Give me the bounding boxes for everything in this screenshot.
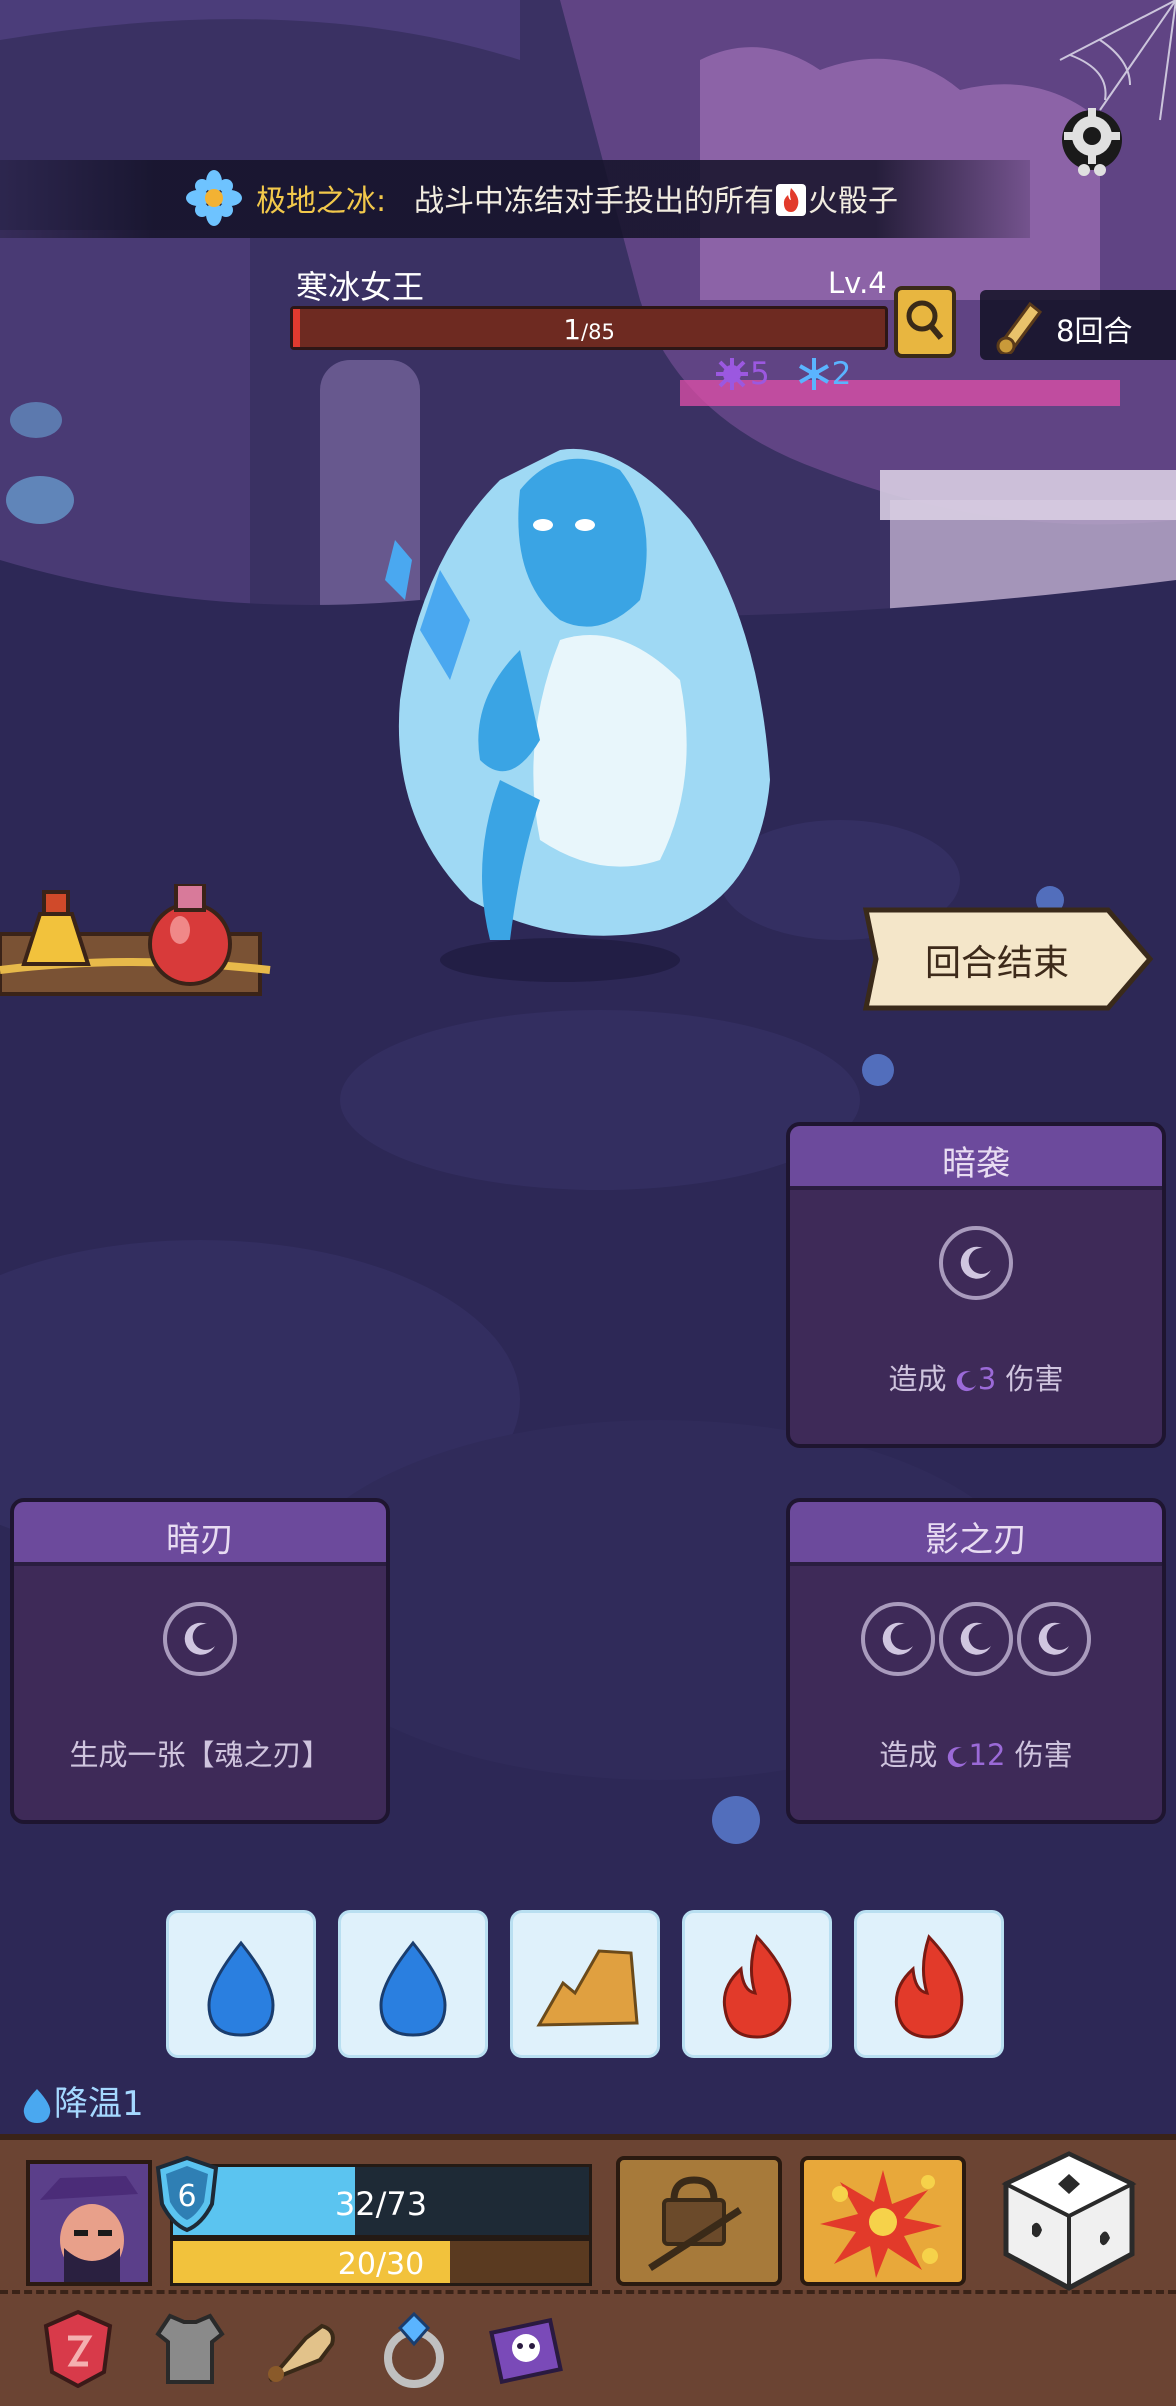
enemy-hp-max: /85 [581,320,615,344]
card-description: 造成 3 伤害 [790,1356,1162,1398]
enemy-hp-bar: 1/85 [290,306,888,350]
relic-name: 极地之冰: [256,184,387,219]
moon-icon [882,1622,913,1655]
shield-value: 6 [177,2179,196,2214]
card-desc-after: 伤害 [1005,1362,1064,1396]
player-hp-text: 32/73 [334,2185,428,2223]
water-drop-icon [23,2088,51,2123]
card-desc-before: 造成 [888,1362,947,1396]
card-title: 影之刃 [925,1520,1027,1560]
potion-shelf [0,884,271,996]
snowflake-icon [798,358,829,390]
player-hp-bar: 32/73 [170,2164,592,2238]
card-title: 暗刃 [166,1520,234,1560]
player-status-chill[interactable]: 降温1 [20,2076,144,2125]
burst-skill-button[interactable] [800,2156,966,2286]
water-drop-icon [207,1940,275,2037]
card-description: 生成一张【魂之刃】 [69,1738,331,1772]
player-avatar[interactable] [26,2160,152,2286]
dice-slots [790,1226,1162,1304]
moon-slot[interactable] [939,1226,1013,1300]
lock-icon [648,2176,742,2271]
moon-icon [184,1622,215,1655]
freeze-status-value: 2 [831,356,852,392]
turn-counter: 8回合 [980,290,1176,360]
moon-icon [960,1622,991,1655]
fire-icon [894,1934,964,2039]
magnifier-icon [906,300,944,340]
player-portrait-icon [30,2164,148,2282]
water-drop-icon [379,1940,447,2037]
relic-description: 战斗中冻结对手投出的所有 火骰子 [414,176,898,220]
relic-inventory-bar [0,2290,1176,2404]
card-shadow-blade[interactable]: 影之刃 造成 12 伤害 [786,1498,1166,1824]
settings-gear-icon[interactable] [1040,100,1150,184]
frozen-fire-die[interactable] [682,1910,832,2058]
frozen-earth-die[interactable] [510,1910,660,2058]
curse-status-value: 5 [750,356,770,392]
moon-icon [1038,1622,1069,1655]
enemy-hp-current: 1 [563,313,582,346]
enemy-name: 寒冰女王 [296,268,425,306]
enemy-status-row: 5 2 [714,356,867,400]
earth-rock-icon [536,1949,639,2027]
player-energy-bar: 20/30 [170,2238,592,2286]
roll-dice-button[interactable] [994,2146,1144,2296]
moon-icon [960,1246,991,1279]
fire-dice-icon [776,183,806,216]
dice-slots [14,1602,386,1680]
dice-slots [790,1602,1162,1680]
armor-vest-icon[interactable] [150,2308,230,2388]
relic-banner: 极地之冰: 战斗中冻结对手投出的所有 火骰子 [0,160,1030,238]
card-dark-strike[interactable]: 暗袭 造成 3 伤害 [786,1122,1166,1448]
frozen-water-die[interactable] [166,1910,316,2058]
card-damage-value: 3 [977,1362,997,1396]
gem-ring-icon[interactable] [374,2308,454,2388]
ice-flower-relic-icon[interactable] [186,170,242,226]
shield-icon[interactable]: 6 [152,2154,222,2234]
horn-icon[interactable] [262,2308,342,2388]
moon-icon [956,1371,976,1392]
inspect-enemy-button[interactable] [894,286,956,358]
player-status-chill-text: 降温1 [54,2084,144,2124]
moon-slot[interactable] [939,1602,1013,1676]
end-turn-label: 回合结束 [924,943,1069,984]
frozen-water-die[interactable] [338,1910,488,2058]
fire-icon [722,1934,792,2039]
player-energy-text: 20/30 [337,2247,425,2282]
card-description: 造成 12 伤害 [790,1732,1162,1774]
explosion-icon [820,2170,942,2278]
card-dark-blade[interactable]: 暗刃 生成一张【魂之刃】 [10,1498,390,1824]
red-potion-icon[interactable] [148,884,232,986]
skull-spellbook-icon[interactable] [486,2308,566,2388]
enemy-hp-text: 1/85 [293,313,885,346]
relic-desc-after: 火骰子 [808,184,898,219]
curse-status[interactable]: 5 [714,356,770,392]
scroll-icon [996,301,1043,354]
moon-icon [947,1747,967,1768]
red-badge-icon[interactable] [38,2308,118,2388]
card-damage-value: 12 [968,1738,1006,1772]
yellow-potion-icon[interactable] [21,890,91,966]
frozen-fire-die[interactable] [854,1910,1004,2058]
card-desc-before: 造成 [879,1738,938,1772]
turn-count-text: 8回合 [1056,314,1133,348]
moon-slot[interactable] [861,1602,935,1676]
end-turn-button[interactable]: 回合结束 [862,904,1154,1014]
moon-slot[interactable] [163,1602,237,1676]
moon-slot[interactable] [1017,1602,1091,1676]
relic-desc-before: 战斗中冻结对手投出的所有 [414,184,774,219]
locked-skill-button[interactable] [616,2156,782,2286]
spiky-curse-icon [716,358,748,390]
freeze-status[interactable]: 2 [796,356,852,392]
enemy-level: Lv.4 [828,266,887,300]
card-desc-after: 伤害 [1014,1738,1073,1772]
card-title: 暗袭 [942,1144,1010,1184]
